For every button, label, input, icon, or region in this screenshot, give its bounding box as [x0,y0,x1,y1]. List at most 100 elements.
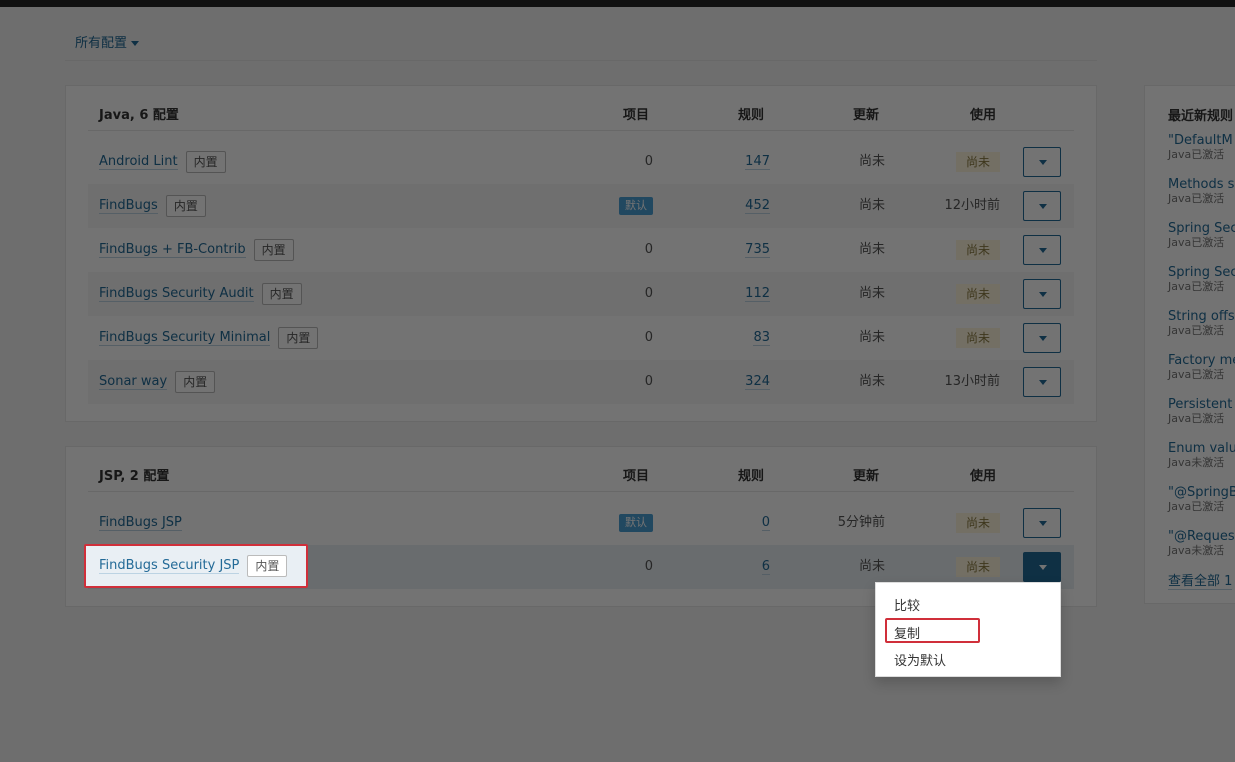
rules-count-link[interactable]: 324 [745,374,770,390]
profile-link[interactable]: Sonar way [99,374,168,390]
highlight-target-profile: FindBugs Security JSP 内置 [84,544,308,588]
used-badge: 尚未 [955,283,1000,304]
used-value: 13小时前 [944,374,1000,389]
profile-actions-button[interactable] [1023,367,1061,397]
table-row: FindBugs Security Audit 内置 0 112 尚未 尚未 [88,272,1074,316]
menu-item-set-default[interactable]: 设为默认 [894,650,946,669]
profile-link-highlight[interactable]: FindBugs Security JSP [99,558,240,574]
builtin-badge: 内置 [185,150,226,173]
builtin-badge: 内置 [261,282,302,305]
jsp-group-title: JSP, 2 配置 [99,469,170,484]
menu-item-compare[interactable]: 比较 [894,595,920,614]
col-used: 使用 [970,469,997,484]
recent-rule-item[interactable]: Spring Sec Java已激活 [1168,221,1235,249]
caret-down-icon [1039,160,1047,165]
col-updated: 更新 [853,469,880,484]
col-rules: 规则 [738,108,765,123]
recent-rule-item[interactable]: "@Reques Java未激活 [1168,529,1235,557]
projects-count: 0 [644,286,653,301]
profile-link[interactable]: FindBugs Security Audit [99,286,254,302]
profile-actions-button[interactable] [1023,147,1061,177]
rules-count-link[interactable]: 112 [745,286,770,302]
caret-down-icon [1039,565,1047,570]
profile-link[interactable]: FindBugs Security Minimal [99,330,271,346]
rules-count-link[interactable]: 83 [753,330,770,346]
rules-count-link[interactable]: 6 [761,559,770,575]
builtin-badge: 内置 [253,238,294,261]
all-profiles-label: 所有配置 [75,36,128,51]
used-badge: 尚未 [955,151,1000,172]
table-row: FindBugs Security Minimal 内置 0 83 尚未 尚未 [88,316,1074,360]
java-table-header: Java, 6 配置 项目 规则 更新 使用 [88,86,1074,131]
profile-link[interactable]: FindBugs + FB-Contrib [99,242,246,258]
recent-rule-item[interactable]: Enum valu Java未激活 [1168,441,1235,469]
jsp-table-header: JSP, 2 配置 项目 规则 更新 使用 [88,447,1074,492]
rules-count-link[interactable]: 452 [745,198,770,214]
col-rules: 规则 [738,469,765,484]
all-profiles-filter[interactable]: 所有配置 [75,32,140,51]
recent-rule-item[interactable]: "DefaultM Java已激活 [1168,133,1233,161]
updated-value: 5分钟前 [837,515,885,530]
rules-count-link[interactable]: 0 [761,515,770,531]
projects-count: 0 [644,242,653,257]
recent-rule-item[interactable]: String offs Java已激活 [1168,309,1235,337]
profile-actions-button[interactable] [1023,279,1061,309]
profile-link[interactable]: FindBugs [99,198,158,214]
used-value: 12小时前 [944,198,1000,213]
recent-rule-item[interactable]: Methods s Java已激活 [1168,177,1234,205]
builtin-badge: 内置 [247,554,288,577]
table-row: FindBugs 内置 默认 452 尚未 12小时前 [88,184,1074,228]
used-badge: 尚未 [955,556,1000,577]
recent-rule-item[interactable]: Spring Sec Java已激活 [1168,265,1235,293]
caret-down-icon [1039,336,1047,341]
default-badge: 默认 [619,513,653,532]
used-badge: 尚未 [955,239,1000,260]
recent-rules-sidebar: 最近新规则 "DefaultM Java已激活 Methods s Java已激活 … [1144,85,1235,604]
rules-count-link[interactable]: 735 [745,242,770,258]
col-projects: 项目 [623,108,650,123]
rules-count-link[interactable]: 147 [745,154,770,170]
java-group-title: Java, 6 配置 [99,108,179,123]
updated-value: 尚未 [858,374,885,389]
projects-count: 0 [644,559,653,574]
updated-value: 尚未 [858,154,885,169]
profile-link[interactable]: FindBugs JSP [99,515,182,531]
profile-actions-button-open[interactable] [1023,552,1061,582]
profile-actions-button[interactable] [1023,323,1061,353]
profile-actions-menu: 比较 复制 设为默认 [875,582,1061,677]
updated-value: 尚未 [858,286,885,301]
col-projects: 项目 [623,469,650,484]
table-row: Android Lint 内置 0 147 尚未 尚未 [88,140,1074,184]
caret-down-icon [1039,248,1047,253]
caret-down-icon [1039,204,1047,209]
top-navbar [0,0,1235,7]
default-badge: 默认 [619,196,653,215]
builtin-badge: 内置 [278,326,319,349]
recent-rule-item[interactable]: Factory me Java已激活 [1168,353,1235,381]
projects-count: 0 [644,374,653,389]
profile-actions-button[interactable] [1023,508,1061,538]
updated-value: 尚未 [858,330,885,345]
caret-down-icon [1039,380,1047,385]
recent-rule-item[interactable]: Persistent Java已激活 [1168,397,1232,425]
profile-actions-button[interactable] [1023,235,1061,265]
recent-rule-item[interactable]: "@SpringB Java已激活 [1168,485,1235,513]
builtin-badge: 内置 [165,194,206,217]
profile-actions-button[interactable] [1023,191,1061,221]
profile-link[interactable]: Android Lint [99,154,178,170]
projects-count: 0 [644,154,653,169]
see-all-rules-link[interactable]: 查看全部 1 [1168,570,1233,590]
updated-value: 尚未 [858,242,885,257]
used-badge: 尚未 [955,512,1000,533]
table-row: Sonar way 内置 0 324 尚未 13小时前 [88,360,1074,404]
table-row: FindBugs JSP 默认 0 5分钟前 尚未 [88,501,1074,545]
highlight-copy-option [885,618,980,643]
updated-value: 尚未 [858,198,885,213]
col-updated: 更新 [853,108,880,123]
used-badge: 尚未 [955,327,1000,348]
caret-down-icon [1039,292,1047,297]
projects-count: 0 [644,330,653,345]
header-divider [65,60,1097,61]
table-row: FindBugs + FB-Contrib 内置 0 735 尚未 尚未 [88,228,1074,272]
caret-down-icon [131,41,140,46]
